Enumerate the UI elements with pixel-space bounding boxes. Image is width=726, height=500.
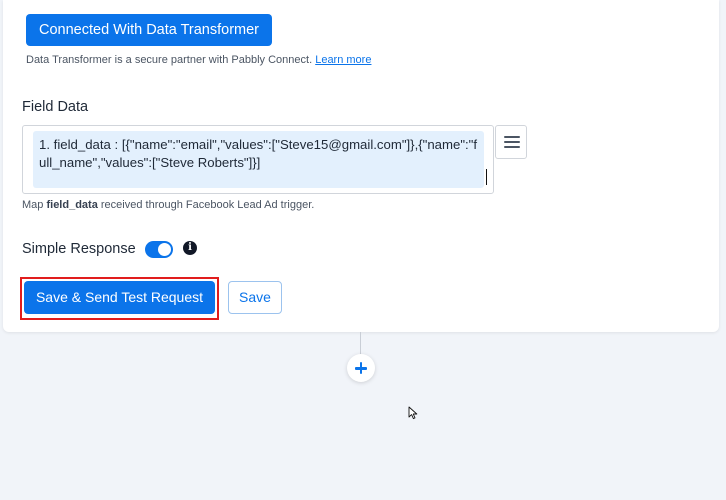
hint-prefix: Map xyxy=(22,199,47,211)
connected-with-data-transformer-button[interactable]: Connected With Data Transformer xyxy=(26,14,273,46)
mouse-pointer-icon xyxy=(408,406,418,420)
field-data-hint: Map field_data received through Facebook… xyxy=(22,199,314,211)
save-button[interactable]: Save xyxy=(228,281,282,314)
hint-suffix: received through Facebook Lead Ad trigge… xyxy=(97,199,315,211)
step-connector-line xyxy=(360,332,361,354)
simple-response-toggle[interactable] xyxy=(145,241,173,258)
learn-more-link[interactable]: Learn more xyxy=(315,54,371,66)
simple-response-label: Simple Response xyxy=(22,241,136,257)
info-icon[interactable]: i xyxy=(183,241,197,255)
menu-line xyxy=(504,146,520,148)
add-step-plus-icon[interactable] xyxy=(347,354,375,382)
text-caret xyxy=(486,169,487,185)
field-mapping-menu-icon[interactable] xyxy=(495,125,527,159)
menu-line xyxy=(504,136,520,138)
data-transformer-note: Data Transformer is a secure partner wit… xyxy=(26,54,371,66)
field-data-mapped-chip[interactable]: 1. field_data : [{"name":"email","values… xyxy=(33,131,484,188)
field-data-input[interactable]: 1. field_data : [{"name":"email","values… xyxy=(22,125,494,194)
action-step-card: Connected With Data Transformer Data Tra… xyxy=(3,0,719,332)
field-data-label: Field Data xyxy=(22,99,89,115)
data-transformer-note-text: Data Transformer is a secure partner wit… xyxy=(26,54,313,66)
toggle-knob xyxy=(158,243,171,256)
save-and-send-test-request-button[interactable]: Save & Send Test Request xyxy=(24,281,215,314)
menu-line xyxy=(504,141,520,143)
hint-field-name: field_data xyxy=(46,199,98,211)
